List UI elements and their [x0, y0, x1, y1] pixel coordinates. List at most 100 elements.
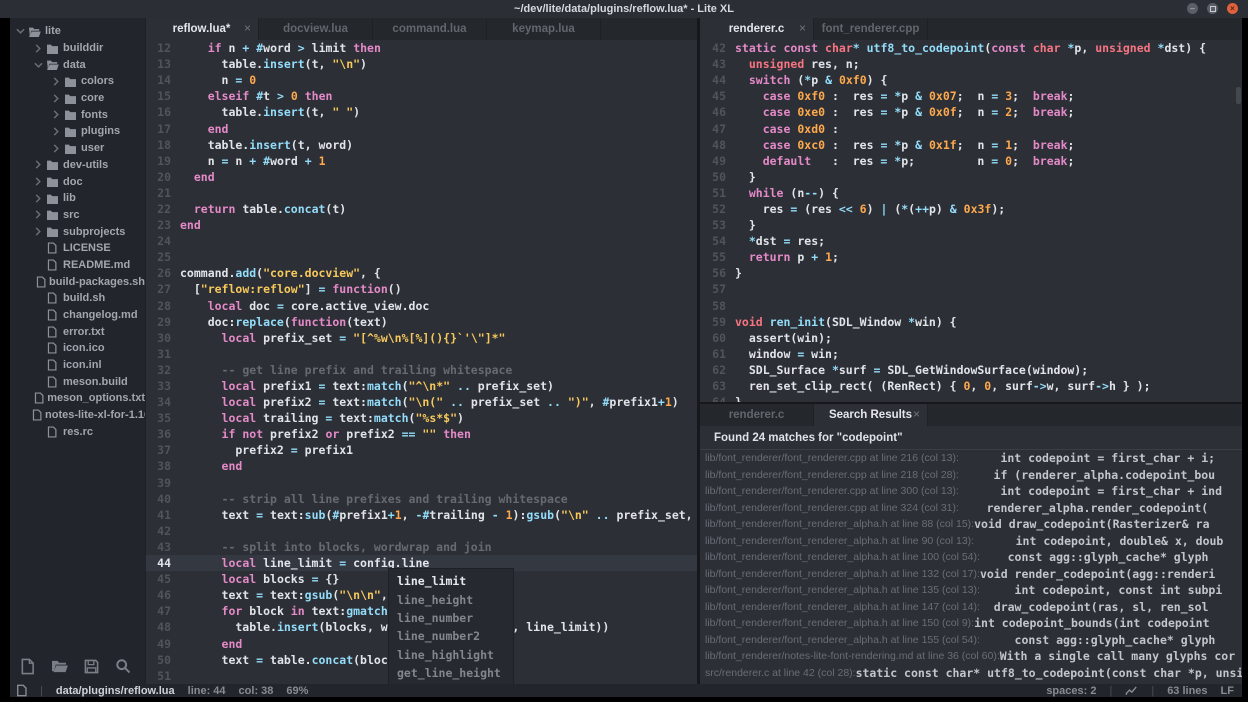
- search-result-row[interactable]: lib/font_renderer/font_renderer_alpha.h …: [700, 533, 1242, 550]
- right-editor[interactable]: 42 static const char* utf8_to_codepoint(c…: [700, 40, 1242, 404]
- tree-item-data[interactable]: data: [10, 56, 145, 73]
- token: case: [762, 121, 791, 136]
- scrollbar-thumb[interactable]: [1236, 87, 1241, 104]
- token: elseif: [207, 89, 250, 104]
- search-result-row[interactable]: lib/font_renderer/font_renderer_alpha.h …: [700, 615, 1242, 632]
- code-text: case 0xc0 : res = *p & 0x1f; n = 1; brea…: [735, 137, 1075, 152]
- tab-renderer.c[interactable]: renderer.c: [700, 404, 814, 426]
- tree-item-error.txt[interactable]: error.txt: [10, 323, 145, 340]
- token: dst: [755, 234, 784, 249]
- tree-item-icon.ico[interactable]: icon.ico: [10, 340, 145, 357]
- tree-item-fonts[interactable]: fonts: [10, 106, 145, 123]
- code-text: }: [735, 266, 742, 280]
- autocomplete-item[interactable]: line_highlight: [389, 646, 513, 664]
- tree-item-build-packages.sh[interactable]: build-packages.sh: [10, 273, 145, 290]
- tree-item-icon.inl[interactable]: icon.inl: [10, 357, 145, 374]
- search-result-row[interactable]: src/renderer.c at line 42 (col 28): stati…: [700, 665, 1242, 682]
- tree-item-label: doc: [63, 175, 83, 188]
- code-text: n = n + #word + 1: [180, 154, 326, 168]
- result-code: static const char* utf8_to_codepoint(con…: [855, 665, 1242, 680]
- tree-item-changelog.md[interactable]: changelog.md: [10, 307, 145, 324]
- sidebar-divider[interactable]: [145, 18, 146, 684]
- maximize-button[interactable]: [1207, 3, 1218, 14]
- tree-item-README.md[interactable]: README.md: [10, 257, 145, 274]
- tree-item-dev-utils[interactable]: dev-utils: [10, 157, 145, 174]
- autocomplete-item[interactable]: line_limit: [389, 572, 513, 590]
- tab-reflow.lua-[interactable]: reflow.lua* ×: [145, 18, 259, 40]
- tree-item-LICENSE[interactable]: LICENSE: [10, 240, 145, 257]
- token: end: [207, 121, 229, 136]
- tree-item-plugins[interactable]: plugins: [10, 123, 145, 140]
- search-summary: Found 24 matches for "codepoint": [700, 426, 1242, 450]
- search-result-row[interactable]: lib/font_renderer/font_renderer.cpp at l…: [700, 500, 1242, 517]
- code-text: doc:replace(function(text): [180, 315, 388, 329]
- search-result-row[interactable]: lib/font_renderer/font_renderer_alpha.h …: [700, 632, 1242, 649]
- tree-item-builddir[interactable]: builddir: [10, 40, 145, 57]
- tab-command.lua[interactable]: command.lua: [373, 18, 487, 40]
- token: insert: [263, 105, 305, 120]
- tree-item-res.rc[interactable]: res.rc: [10, 424, 145, 441]
- tree-item-user[interactable]: user: [10, 140, 145, 157]
- result-code: int codepoint, double& x, doub: [974, 533, 1224, 548]
- tab-docview.lua[interactable]: docview.lua: [259, 18, 373, 40]
- token: ..: [547, 395, 561, 410]
- token: &: [915, 137, 923, 152]
- token: unsigned: [1095, 41, 1151, 56]
- search-result-row[interactable]: lib/font_renderer/font_renderer_alpha.h …: [700, 566, 1242, 583]
- search-button[interactable]: [112, 655, 134, 677]
- close-tab-icon[interactable]: ×: [244, 21, 251, 35]
- tree-item-lite[interactable]: lite: [10, 23, 145, 40]
- autocomplete-item[interactable]: line_number: [389, 609, 513, 627]
- search-result-row[interactable]: lib/font_renderer/font_renderer_alpha.h …: [700, 549, 1242, 566]
- tree-item-label: dev-utils: [63, 158, 109, 171]
- tree-item-meson.build[interactable]: meson.build: [10, 373, 145, 390]
- search-result-row[interactable]: lib/font_renderer/font_renderer.cpp at l…: [700, 483, 1242, 500]
- line-number: 50: [712, 169, 726, 184]
- tree-item-meson_options.txt[interactable]: meson_options.txt: [10, 390, 145, 407]
- open-folder-button[interactable]: [48, 655, 70, 677]
- token: utf8_to_codepoint: [866, 41, 985, 56]
- tree-item-notes-lite-xl-for-1.16[interactable]: notes-lite-xl-for-1.16: [10, 407, 145, 424]
- close-tab-icon[interactable]: ×: [913, 407, 920, 421]
- search-result-row[interactable]: lib/font_renderer/font_renderer_alpha.h …: [700, 516, 1242, 533]
- search-result-row[interactable]: lib/font_renderer/font_renderer.cpp at l…: [700, 450, 1242, 467]
- tree-item-build.sh[interactable]: build.sh: [10, 290, 145, 307]
- token: case: [762, 89, 791, 104]
- close-tab-icon[interactable]: ×: [799, 21, 806, 35]
- token: ..: [450, 395, 464, 410]
- code-text: static const char* utf8_to_codepoint(con…: [735, 41, 1206, 55]
- tab-search-results[interactable]: Search Results ×: [814, 404, 928, 426]
- tree-item-core[interactable]: core: [10, 90, 145, 107]
- autocomplete-item[interactable]: line_height: [389, 590, 513, 608]
- tab-keymap.lua[interactable]: keymap.lua: [487, 18, 601, 40]
- tree-item-doc[interactable]: doc: [10, 173, 145, 190]
- close-button[interactable]: ×: [1227, 3, 1238, 14]
- autocomplete-item[interactable]: get_line_height: [389, 664, 513, 682]
- line-number: 43: [157, 539, 171, 554]
- autocomplete-item[interactable]: line_number2: [389, 627, 513, 645]
- minimize-button[interactable]: –: [1187, 3, 1198, 14]
- token: ")": [567, 395, 589, 410]
- main-editor[interactable]: 12 if n + #word > limit then 13 table.ins…: [145, 40, 697, 684]
- tab-renderer.c[interactable]: renderer.c ×: [700, 18, 814, 40]
- tab-font-renderer.cpp[interactable]: font_renderer.cpp: [814, 18, 928, 40]
- token: or: [325, 427, 340, 442]
- file-icon: [44, 309, 60, 321]
- tree-item-lib[interactable]: lib: [10, 190, 145, 207]
- search-result-row[interactable]: lib/font_renderer/font_renderer_alpha.h …: [700, 582, 1242, 599]
- tree-item-src[interactable]: src: [10, 207, 145, 224]
- search-result-row[interactable]: lib/font_renderer/notes-lite-font-render…: [700, 648, 1242, 665]
- tree-item-colors[interactable]: colors: [10, 73, 145, 90]
- search-result-row[interactable]: lib/font_renderer/font_renderer.cpp at l…: [700, 467, 1242, 484]
- save-button[interactable]: [80, 655, 102, 677]
- tree-item-subprojects[interactable]: subprojects: [10, 223, 145, 240]
- new-file-button[interactable]: [16, 655, 38, 677]
- search-result-row[interactable]: lib/font_renderer/font_renderer_alpha.h …: [700, 599, 1242, 616]
- code-line: 15 elseif #t > 0 then: [145, 88, 697, 104]
- code-line: 55 return p + 1;: [700, 249, 1242, 265]
